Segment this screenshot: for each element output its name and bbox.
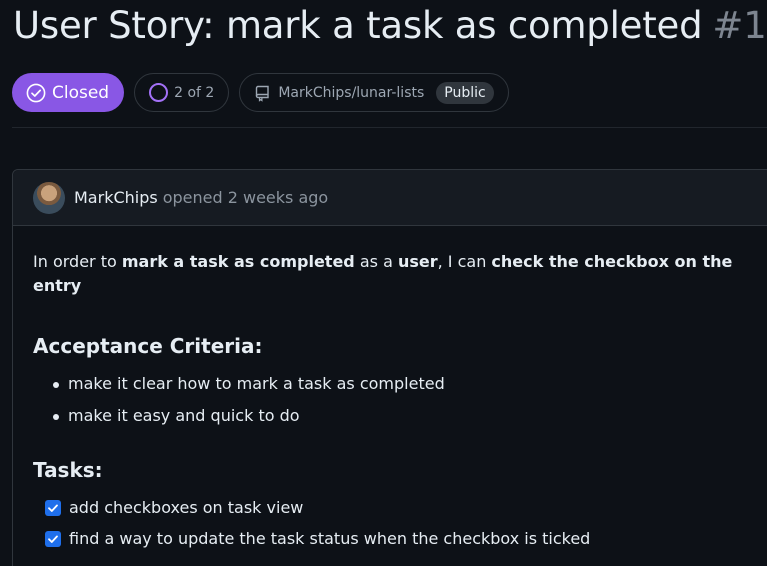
progress-text: 2 of 2	[174, 84, 215, 101]
check-circle-icon	[26, 83, 46, 102]
task-label: find a way to update the task status whe…	[69, 529, 591, 548]
avatar[interactable]	[33, 181, 65, 214]
issue-number: #15	[712, 4, 767, 47]
sub-issue-progress[interactable]: 2 of 2	[134, 73, 230, 112]
story-statement: In order to mark a task as completed as …	[33, 250, 761, 298]
task-item: find a way to update the task status whe…	[33, 527, 761, 551]
comment-body: In order to mark a task as completed as …	[13, 226, 767, 551]
task-label: add checkboxes on task view	[69, 498, 304, 517]
issue-page: User Story: mark a task as completed#15 …	[0, 0, 767, 566]
state-label: Closed	[52, 82, 110, 103]
checkmark-icon	[48, 535, 58, 543]
task-list: add checkboxes on task view find a way t…	[33, 496, 761, 551]
list-item: make it clear how to mark a task as comp…	[33, 372, 761, 396]
task-checkbox[interactable]	[45, 531, 61, 547]
intro-bold-role: user	[397, 252, 438, 271]
header-divider	[12, 127, 767, 128]
acceptance-criteria-heading: Acceptance Criteria:	[33, 334, 263, 358]
opened-timestamp[interactable]: opened 2 weeks ago	[163, 188, 329, 207]
repo-name-link[interactable]: MarkChips/lunar-lists	[278, 85, 424, 101]
comment-header: MarkChips opened 2 weeks ago	[13, 170, 767, 226]
intro-text: , I can	[437, 252, 492, 271]
circle-icon	[149, 83, 169, 102]
repo-icon	[256, 85, 270, 102]
list-item: make it easy and quick to do	[33, 404, 761, 428]
tasks-heading: Tasks:	[33, 458, 103, 482]
task-item: add checkboxes on task view	[33, 496, 761, 520]
issue-title: User Story: mark a task as completed	[13, 4, 703, 47]
issue-title-row: User Story: mark a task as completed#15	[13, 2, 767, 50]
visibility-badge: Public	[436, 81, 494, 104]
repo-pill[interactable]: MarkChips/lunar-lists Public	[239, 73, 509, 112]
task-checkbox[interactable]	[45, 500, 61, 516]
checkmark-icon	[48, 504, 58, 512]
author-link[interactable]: MarkChips	[74, 188, 158, 207]
intro-text: In order to	[33, 252, 122, 271]
issue-comment: MarkChips opened 2 weeks ago In order to…	[12, 169, 767, 566]
intro-bold-action: mark a task as completed	[121, 252, 355, 271]
intro-text: as a	[354, 252, 398, 271]
acceptance-criteria-list: make it clear how to mark a task as comp…	[33, 372, 761, 428]
issue-meta-row: Closed 2 of 2 MarkChips/lunar-lists Publ…	[12, 73, 509, 112]
state-badge: Closed	[12, 73, 125, 112]
